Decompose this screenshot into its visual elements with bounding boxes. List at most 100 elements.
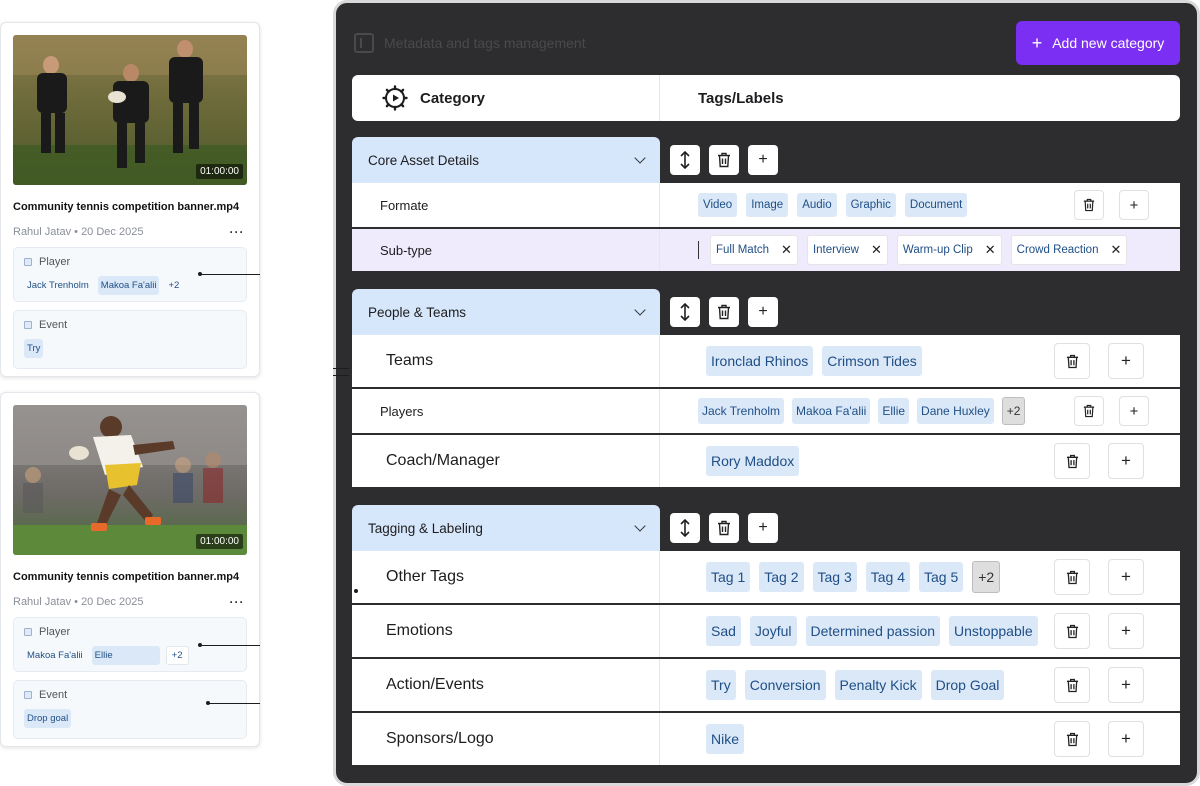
delete-section-button[interactable]: [709, 145, 739, 175]
add-tag-button[interactable]: +: [1108, 559, 1144, 595]
tag-chip[interactable]: Makoa Fa'alii: [792, 398, 871, 424]
delete-row-button[interactable]: [1054, 443, 1090, 479]
ellipsis-icon[interactable]: ···: [227, 595, 247, 609]
add-category-button[interactable]: + Add new category: [1016, 21, 1180, 65]
trash-icon: [1066, 624, 1078, 638]
plus-icon: +: [758, 519, 768, 536]
close-icon[interactable]: ✕: [985, 242, 996, 258]
video-thumbnail[interactable]: 01:00:00: [13, 405, 247, 555]
tag-chip[interactable]: Tag 5: [919, 562, 964, 592]
category-row: Players Jack Trenholm Makoa Fa'alii Elli…: [352, 389, 1180, 435]
chevron-down-icon[interactable]: [634, 151, 646, 164]
field-tag[interactable]: Drop goal: [24, 709, 72, 728]
asset-card[interactable]: 01:00:00 Community tennis competition ba…: [0, 22, 260, 377]
tag-chip[interactable]: Drop Goal: [930, 670, 1005, 700]
delete-row-button[interactable]: [1054, 343, 1090, 379]
video-thumbnail[interactable]: 01:00:00: [13, 35, 247, 185]
plus-icon: +: [758, 303, 768, 320]
field-tag-count[interactable]: +2: [165, 276, 182, 295]
asset-meta: Rahul Jatav • 20 Dec 2025 ···: [13, 225, 247, 239]
tag-chip[interactable]: Rory Maddox: [706, 446, 800, 476]
ellipsis-icon[interactable]: ···: [227, 225, 247, 239]
reorder-button[interactable]: [670, 513, 700, 543]
tag-chip[interactable]: Ellie: [878, 398, 910, 424]
delete-row-button[interactable]: [1054, 613, 1090, 649]
plus-icon: +: [1121, 567, 1131, 586]
tag-chip[interactable]: Document: [904, 193, 968, 217]
add-tag-button[interactable]: +: [1108, 443, 1144, 479]
tag-chip[interactable]: Determined passion: [805, 616, 941, 646]
add-tag-button[interactable]: +: [1108, 721, 1144, 757]
tag-chip[interactable]: Try: [706, 670, 736, 700]
section-tab[interactable]: People & Teams: [352, 289, 660, 335]
text-cursor[interactable]: [698, 241, 699, 259]
delete-row-button[interactable]: [1054, 667, 1090, 703]
tag-chip-editable[interactable]: Warm-up Clip ✕: [896, 235, 1002, 265]
add-tag-button[interactable]: +: [1119, 396, 1149, 426]
delete-row-button[interactable]: [1054, 721, 1090, 757]
field-tag[interactable]: Try: [24, 339, 44, 358]
row-label: Sponsors/Logo: [352, 713, 660, 765]
tag-chip[interactable]: Nike: [706, 724, 745, 754]
tag-chip[interactable]: Video: [698, 193, 738, 217]
add-tag-button[interactable]: +: [1119, 190, 1149, 220]
close-icon[interactable]: ✕: [871, 242, 882, 258]
tag-chip[interactable]: Conversion: [744, 670, 826, 700]
asset-card[interactable]: 01:00:00 Community tennis competition ba…: [0, 392, 260, 747]
add-row-button[interactable]: +: [748, 513, 778, 543]
tag-chip[interactable]: Graphic: [845, 193, 896, 217]
rugby-match-image: [13, 35, 247, 185]
add-tag-button[interactable]: +: [1108, 613, 1144, 649]
close-icon[interactable]: ✕: [781, 242, 792, 258]
connector-line: [208, 703, 260, 704]
chevron-down-icon[interactable]: [634, 519, 646, 532]
delete-row-button[interactable]: [1074, 190, 1104, 220]
delete-row-button[interactable]: [1074, 396, 1104, 426]
asset-filename: Community tennis competition banner.mp4: [13, 571, 240, 583]
field-type-icon: [24, 258, 32, 266]
field-tag[interactable]: Ellie: [91, 646, 160, 665]
plus-icon: +: [758, 151, 768, 168]
asset-filename: Community tennis competition banner.mp4: [13, 201, 240, 213]
trash-icon: [718, 304, 730, 320]
tag-chip[interactable]: Tag 4: [865, 562, 910, 592]
add-row-button[interactable]: +: [748, 145, 778, 175]
tag-overflow-count[interactable]: +2: [972, 561, 1001, 593]
tag-chip[interactable]: Tag 3: [812, 562, 857, 592]
delete-section-button[interactable]: [709, 297, 739, 327]
plus-icon: +: [1121, 729, 1131, 748]
delete-section-button[interactable]: [709, 513, 739, 543]
add-tag-button[interactable]: +: [1108, 667, 1144, 703]
tag-chip[interactable]: Audio: [797, 193, 837, 217]
tag-overflow-count[interactable]: +2: [1001, 397, 1026, 425]
tag-chip-editable[interactable]: Interview ✕: [806, 235, 888, 265]
plus-icon: +: [1121, 621, 1131, 640]
section-tab[interactable]: Tagging & Labeling: [352, 505, 660, 551]
tag-chip-editable[interactable]: Crowd Reaction ✕: [1010, 235, 1128, 265]
section-tab[interactable]: Core Asset Details: [352, 137, 660, 183]
chevron-down-icon[interactable]: [634, 303, 646, 316]
tag-chip[interactable]: Sad: [706, 616, 741, 646]
tag-chip[interactable]: Ironclad Rhinos: [706, 346, 814, 376]
field-tag-count[interactable]: +2: [165, 646, 189, 665]
tag-chip[interactable]: Tag 2: [759, 562, 804, 592]
add-row-button[interactable]: +: [748, 297, 778, 327]
tag-chip[interactable]: Crimson Tides: [822, 346, 922, 376]
reorder-button[interactable]: [670, 297, 700, 327]
delete-row-button[interactable]: [1054, 559, 1090, 595]
tag-chip[interactable]: Joyful: [749, 616, 797, 646]
tag-chip[interactable]: Dane Huxley: [917, 398, 994, 424]
tag-chip[interactable]: Tag 1: [706, 562, 751, 592]
field-tag[interactable]: Makoa Fa'alii: [97, 276, 160, 295]
tag-chip[interactable]: Penalty Kick: [834, 670, 922, 700]
reorder-button[interactable]: [670, 145, 700, 175]
row-label: Players: [352, 389, 660, 433]
tag-chip-editable[interactable]: Full Match ✕: [710, 235, 798, 265]
field-tag[interactable]: Makoa Fa'alii: [24, 646, 86, 665]
close-icon[interactable]: ✕: [1110, 242, 1121, 258]
tag-chip[interactable]: Unstoppable: [949, 616, 1038, 646]
field-tag[interactable]: Jack Trenholm: [24, 276, 92, 295]
add-tag-button[interactable]: +: [1108, 343, 1144, 379]
tag-chip[interactable]: Image: [746, 193, 789, 217]
tag-chip[interactable]: Jack Trenholm: [698, 398, 785, 424]
